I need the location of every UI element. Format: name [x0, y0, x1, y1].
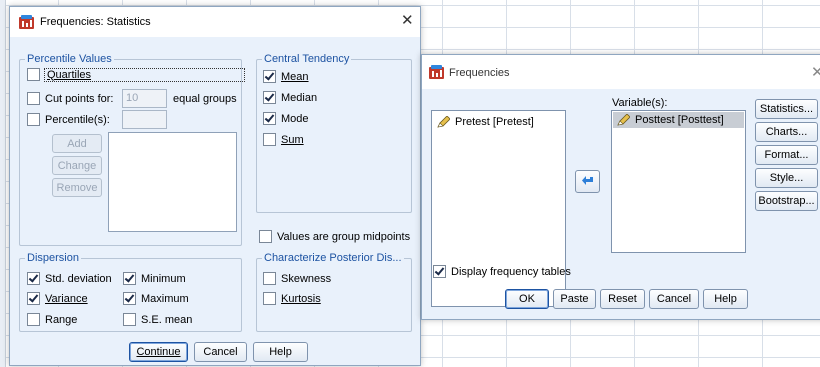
median-label: Median — [281, 91, 318, 104]
se-mean-label: S.E. mean — [141, 313, 193, 326]
close-icon[interactable]: ✕ — [811, 64, 820, 82]
kurtosis-checkbox[interactable]: Kurtosis — [263, 292, 321, 305]
skewness-checkbox[interactable]: Skewness — [263, 272, 331, 285]
mode-label: Mode — [281, 112, 309, 125]
range-label: Range — [45, 313, 78, 326]
percentile-values-legend: Percentile Values — [25, 53, 114, 65]
paste-button[interactable]: Paste — [553, 289, 596, 309]
target-item-label: Posttest [Posttest] — [635, 114, 724, 126]
help-button[interactable]: Help — [703, 289, 748, 309]
maximum-check[interactable] — [123, 292, 136, 305]
statistics-titlebar: Frequencies: Statistics ✕ — [10, 7, 420, 37]
arrow-left-icon — [582, 176, 593, 185]
mode-checkbox[interactable]: Mode — [263, 112, 309, 125]
change-button[interactable]: Change — [52, 156, 102, 175]
se-mean-check[interactable] — [123, 313, 136, 326]
cancel-button[interactable]: Cancel — [194, 342, 247, 362]
kurtosis-label: Kurtosis — [281, 292, 321, 305]
median-check[interactable] — [263, 91, 276, 104]
percentile-input[interactable] — [122, 110, 167, 129]
cut-points-label: Cut points for: — [45, 92, 114, 105]
help-button[interactable]: Help — [253, 342, 308, 362]
sum-label: Sum — [281, 133, 304, 146]
std-deviation-checkbox[interactable]: Std. deviation — [27, 272, 112, 285]
cancel-button[interactable]: Cancel — [649, 289, 699, 309]
spss-app-icon — [429, 65, 444, 79]
percentile-list[interactable] — [108, 132, 237, 232]
group-midpoints-label: Values are group midpoints — [277, 230, 411, 243]
statistics-button[interactable]: Statistics... — [755, 99, 818, 119]
target-variable-list[interactable]: Posttest [Posttest] — [611, 110, 746, 253]
quartiles-label: Quartiles — [44, 67, 245, 82]
add-button[interactable]: Add — [52, 134, 102, 153]
list-item[interactable]: Pretest [Pretest] — [437, 116, 534, 128]
display-frequency-tables-checkbox[interactable]: Display frequency tables — [433, 265, 571, 278]
variance-checkbox[interactable]: Variance — [27, 292, 88, 305]
std-deviation-check[interactable] — [27, 272, 40, 285]
scale-variable-icon — [437, 116, 450, 128]
statistics-dialog-title: Frequencies: Statistics — [40, 16, 151, 28]
maximum-label: Maximum — [141, 292, 189, 305]
frequencies-titlebar: Frequencies ✕ — [422, 55, 820, 89]
equal-groups-label: equal groups — [173, 93, 237, 105]
minimum-check[interactable] — [123, 272, 136, 285]
range-check[interactable] — [27, 313, 40, 326]
sum-check[interactable] — [263, 133, 276, 146]
sum-checkbox[interactable]: Sum — [263, 133, 304, 146]
frequencies-dialog: Frequencies ✕ Pretest [Pretest] Variable… — [421, 54, 820, 320]
sheet-row-header-strip — [0, 0, 6, 367]
percentiles-checkbox[interactable]: Percentile(s): — [27, 113, 110, 126]
se-mean-checkbox[interactable]: S.E. mean — [123, 313, 192, 326]
percentiles-check[interactable] — [27, 113, 40, 126]
cut-points-check[interactable] — [27, 92, 40, 105]
kurtosis-check[interactable] — [263, 292, 276, 305]
source-item-label: Pretest [Pretest] — [455, 116, 534, 128]
quartiles-check[interactable] — [27, 68, 40, 81]
skewness-check[interactable] — [263, 272, 276, 285]
style-button[interactable]: Style... — [755, 168, 818, 188]
cut-points-checkbox[interactable]: Cut points for: — [27, 92, 113, 105]
display-frequency-tables-label: Display frequency tables — [451, 265, 571, 278]
dispersion-legend: Dispersion — [25, 252, 81, 264]
group-midpoints-checkbox[interactable]: Values are group midpoints — [259, 230, 410, 243]
mean-label: Mean — [281, 70, 309, 83]
mean-checkbox[interactable]: Mean — [263, 70, 309, 83]
format-button[interactable]: Format... — [755, 145, 818, 165]
close-icon[interactable]: ✕ — [401, 12, 414, 30]
cut-points-input[interactable]: 10 — [122, 89, 167, 108]
bootstrap-button[interactable]: Bootstrap... — [755, 191, 818, 211]
maximum-checkbox[interactable]: Maximum — [123, 292, 189, 305]
percentiles-label: Percentile(s): — [45, 113, 110, 126]
minimum-label: Minimum — [141, 272, 186, 285]
median-checkbox[interactable]: Median — [263, 91, 317, 104]
variance-check[interactable] — [27, 292, 40, 305]
skewness-label: Skewness — [281, 272, 332, 285]
move-variable-button[interactable] — [575, 170, 600, 193]
reset-button[interactable]: Reset — [600, 289, 645, 309]
group-midpoints-check[interactable] — [259, 230, 272, 243]
variance-label: Variance — [45, 292, 88, 305]
variables-label: Variable(s): — [612, 97, 668, 109]
display-frequency-tables-check[interactable] — [433, 265, 446, 278]
statistics-dialog: Frequencies: Statistics ✕ Percentile Val… — [9, 6, 421, 366]
list-item[interactable]: Posttest [Posttest] — [613, 112, 744, 128]
charts-button[interactable]: Charts... — [755, 122, 818, 142]
scale-variable-icon — [617, 114, 630, 126]
mean-check[interactable] — [263, 70, 276, 83]
ok-button[interactable]: OK — [505, 289, 549, 309]
minimum-checkbox[interactable]: Minimum — [123, 272, 186, 285]
remove-button[interactable]: Remove — [52, 178, 102, 197]
range-checkbox[interactable]: Range — [27, 313, 77, 326]
mode-check[interactable] — [263, 112, 276, 125]
frequencies-dialog-title: Frequencies — [449, 67, 510, 79]
posterior-legend: Characterize Posterior Dis... — [262, 252, 404, 264]
std-deviation-label: Std. deviation — [45, 272, 112, 285]
spss-app-icon — [19, 15, 34, 29]
central-tendency-legend: Central Tendency — [262, 53, 352, 65]
continue-button[interactable]: Continue — [129, 342, 188, 362]
quartiles-checkbox[interactable]: Quartiles — [27, 67, 245, 82]
